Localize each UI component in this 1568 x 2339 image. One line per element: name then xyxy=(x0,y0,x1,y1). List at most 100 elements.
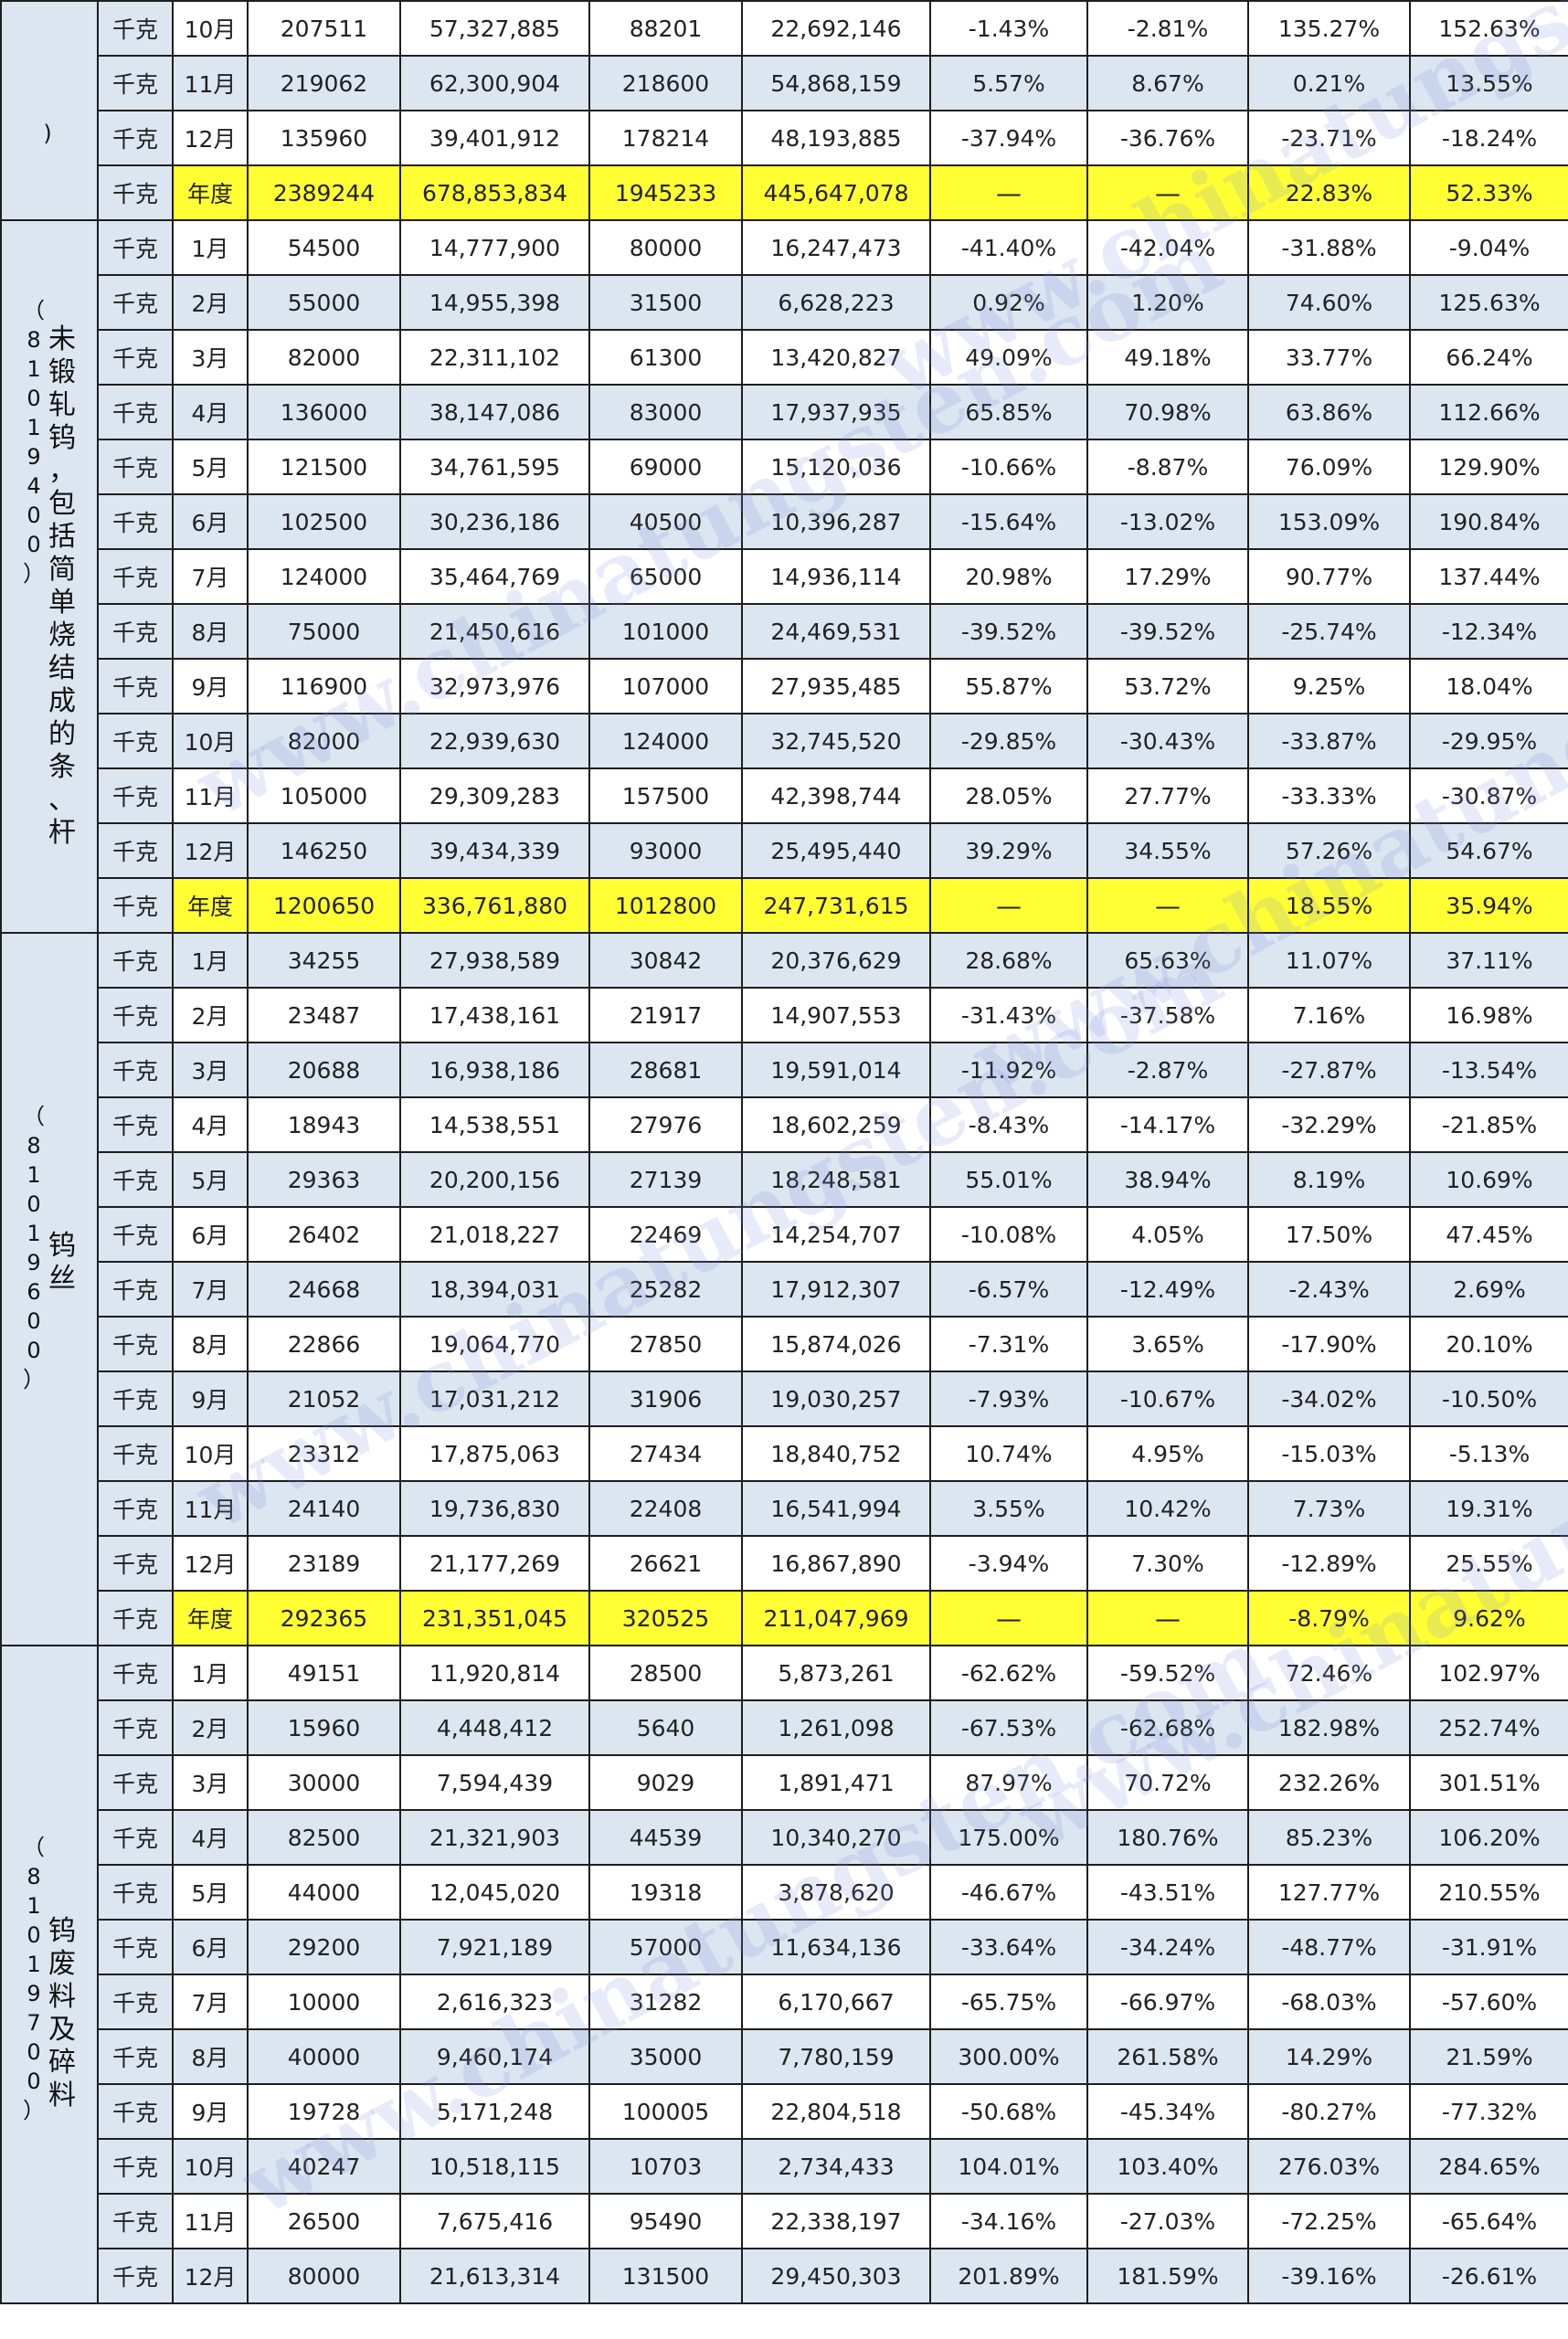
category-name: 钨丝 xyxy=(48,1230,76,1394)
category-char: 锻 xyxy=(48,356,76,388)
export-qty-yoy-cell: 18.55% xyxy=(1247,877,1411,934)
table-row: 千克 3月 30000 7,594,439 9029 1,891,471 87.97% 70.… xyxy=(1,1754,1568,1811)
import-qty-cell: 101000 xyxy=(588,603,743,660)
import-value-cell: 247,731,615 xyxy=(741,877,931,934)
export-value-yoy-cell: 47.45% xyxy=(1409,1206,1568,1263)
month-cell: 8月 xyxy=(172,2028,249,2085)
export-qty-yoy-cell: 0.21% xyxy=(1247,55,1411,111)
import-qty-cell: 83000 xyxy=(588,384,743,440)
table-row: 千克 9月 19728 5,171,248 100005 22,804,518 -50.68… xyxy=(1,2083,1568,2140)
export-qty-cell: 102500 xyxy=(247,493,401,550)
export-qty-mom-cell: 55.87% xyxy=(929,658,1088,714)
unit-cell: 千克 xyxy=(97,493,174,550)
export-value-yoy-cell: 112.66% xyxy=(1409,384,1568,440)
export-value-yoy-cell: 9.62% xyxy=(1409,1590,1568,1646)
table-row: 千克 8月 40000 9,460,174 35000 7,780,159 300.00% 2… xyxy=(1,2028,1568,2085)
month-cell: 12月 xyxy=(172,110,249,166)
category-char: 结 xyxy=(48,652,76,684)
table-row: 千克 12月 135960 39,401,912 178214 48,193,885 -37… xyxy=(1,110,1568,166)
import-value-cell: 17,937,935 xyxy=(741,384,931,440)
export-value-cell: 14,777,900 xyxy=(399,219,590,276)
import-qty-cell: 9029 xyxy=(588,1754,743,1811)
export-qty-yoy-cell: -32.29% xyxy=(1247,1096,1411,1153)
export-qty-mom-cell: -3.94% xyxy=(929,1535,1088,1592)
export-value-cell: 7,594,439 xyxy=(399,1754,590,1811)
export-qty-yoy-cell: 85.23% xyxy=(1247,1809,1411,1866)
month-cell: 3月 xyxy=(172,1754,249,1811)
import-value-cell: 2,734,433 xyxy=(741,2138,931,2195)
export-value-yoy-cell: 137.44% xyxy=(1409,548,1568,605)
import-value-cell: 19,591,014 xyxy=(741,1042,931,1098)
export-value-yoy-cell: 102.97% xyxy=(1409,1645,1568,1701)
import-qty-cell: 80000 xyxy=(588,219,743,276)
hs-code-char: ） xyxy=(23,1367,45,1392)
export-value-mom-cell: -12.49% xyxy=(1086,1261,1249,1318)
export-qty-yoy-cell: 9.25% xyxy=(1247,658,1411,714)
import-value-cell: 16,867,890 xyxy=(741,1535,931,1592)
month-cell: 7月 xyxy=(172,1261,249,1318)
import-qty-cell: 27850 xyxy=(588,1316,743,1372)
month-cell: 11月 xyxy=(172,767,249,824)
export-qty-yoy-cell: -2.43% xyxy=(1247,1261,1411,1318)
export-value-yoy-cell: 52.33% xyxy=(1409,164,1568,221)
hs-code-char: 8 xyxy=(26,1133,41,1159)
hs-code-char: 0 xyxy=(26,1191,41,1217)
unit-cell: 千克 xyxy=(97,767,174,824)
category-char: 包 xyxy=(48,488,76,520)
import-qty-cell: 30842 xyxy=(588,932,743,989)
table-row: 千克 12月 80000 21,613,314 131500 29,450,303 201.… xyxy=(1,2248,1568,2304)
month-cell: 4月 xyxy=(172,384,249,440)
annual-total-row: 千克 年度 1200650 336,761,880 1012800 247,731,615… xyxy=(1,877,1568,934)
unit-cell: 千克 xyxy=(97,1919,174,1975)
import-qty-cell: 21917 xyxy=(588,987,743,1043)
import-qty-cell: 1012800 xyxy=(588,877,743,934)
unit-cell: 千克 xyxy=(97,1371,174,1427)
export-qty-cell: 80000 xyxy=(247,2248,401,2304)
tungsten-trade-table: ) 千克 10月 207511 57,327,885 88201 22,692,146 -1.… xyxy=(0,0,1568,2304)
import-value-cell: 1,891,471 xyxy=(741,1754,931,1811)
export-qty-cell: 40000 xyxy=(247,2028,401,2085)
trade-data-sheet: ) 千克 10月 207511 57,327,885 88201 22,692,146 -1.… xyxy=(0,0,1568,2339)
export-qty-cell: 29200 xyxy=(247,1919,401,1975)
table-row: 千克 7月 124000 35,464,769 65000 14,936,114 20.98… xyxy=(1,548,1568,605)
unit-cell: 千克 xyxy=(97,1645,174,1701)
export-value-cell: 20,200,156 xyxy=(399,1151,590,1208)
export-qty-mom-cell: -15.64% xyxy=(929,493,1088,550)
import-value-cell: 5,873,261 xyxy=(741,1645,931,1701)
hs-code-char: （ xyxy=(23,1835,45,1860)
hs-code-char: ） xyxy=(23,2098,45,2123)
export-value-yoy-cell: 18.04% xyxy=(1409,658,1568,714)
hs-code-char: 8 xyxy=(26,1864,41,1889)
hs-code-char: 1 xyxy=(26,356,41,382)
export-qty-cell: 82000 xyxy=(247,713,401,769)
month-cell: 年度 xyxy=(172,1590,249,1646)
import-value-cell: 15,874,026 xyxy=(741,1316,931,1372)
export-value-mom-cell: -27.03% xyxy=(1086,2193,1249,2249)
month-cell: 1月 xyxy=(172,219,249,276)
export-qty-cell: 10000 xyxy=(247,1974,401,2030)
export-value-yoy-cell: 20.10% xyxy=(1409,1316,1568,1372)
export-value-cell: 9,460,174 xyxy=(399,2028,590,2085)
table-row: 千克 4月 136000 38,147,086 83000 17,937,935 65.85… xyxy=(1,384,1568,440)
unit-cell: 千克 xyxy=(97,2138,174,2195)
unit-cell: 千克 xyxy=(97,932,174,989)
export-value-yoy-cell: -10.50% xyxy=(1409,1371,1568,1427)
table-row: （8 1 0 1 9 7 0 0）钨废料及碎料千克 1月 49151 11,920,814 28500… xyxy=(0,1645,1568,2304)
table-row: 千克 8月 75000 21,450,616 101000 24,469,531 -39.5… xyxy=(1,603,1568,660)
export-value-mom-cell: 53.72% xyxy=(1086,658,1249,714)
category-char: 单 xyxy=(48,587,76,619)
export-value-yoy-cell: 35.94% xyxy=(1409,877,1568,934)
export-value-cell: 22,311,102 xyxy=(399,329,590,386)
export-qty-mom-cell: -7.31% xyxy=(929,1316,1088,1372)
import-value-cell: 54,868,159 xyxy=(741,55,931,111)
export-qty-cell: 26500 xyxy=(247,2193,401,2249)
export-value-mom-cell: -45.34% xyxy=(1086,2083,1249,2140)
month-cell: 10月 xyxy=(172,713,249,769)
export-qty-cell: 23189 xyxy=(247,1535,401,1592)
export-value-cell: 62,300,904 xyxy=(399,55,590,111)
export-qty-yoy-cell: 14.29% xyxy=(1247,2028,1411,2085)
export-value-mom-cell: 1.20% xyxy=(1086,274,1249,331)
export-qty-yoy-cell: 11.07% xyxy=(1247,932,1411,989)
unit-cell: 千克 xyxy=(97,1151,174,1208)
import-qty-cell: 178214 xyxy=(588,110,743,166)
